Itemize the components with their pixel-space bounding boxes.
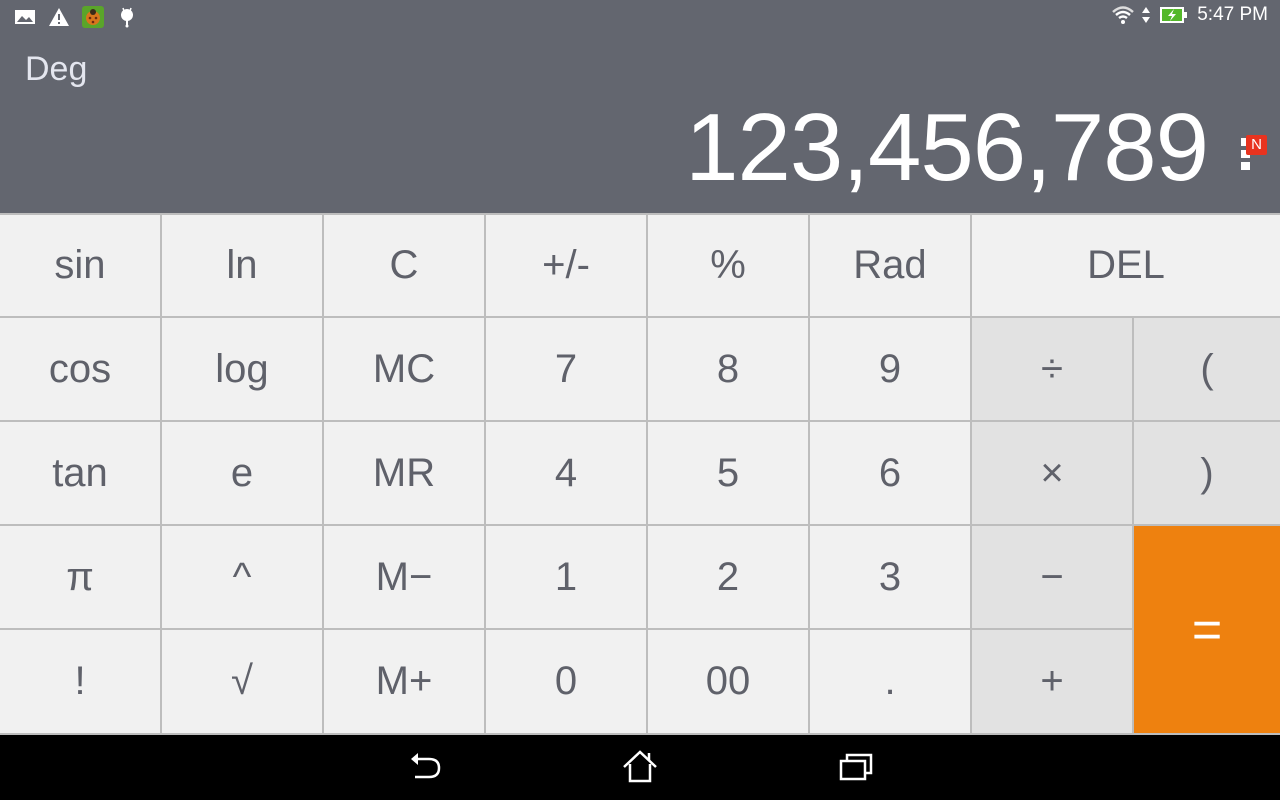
digit-5-key[interactable]: 5 xyxy=(648,422,808,524)
digit-1-key[interactable]: 1 xyxy=(486,526,646,628)
bug-app-icon xyxy=(82,6,104,28)
clear-key[interactable]: C xyxy=(324,215,484,316)
warning-icon xyxy=(48,6,70,28)
memory-add-key[interactable]: M+ xyxy=(324,630,484,733)
status-time: 5:47 PM xyxy=(1197,4,1268,25)
multiply-key[interactable]: × xyxy=(972,422,1132,524)
power-key[interactable]: ^ xyxy=(162,526,322,628)
digit-9-key[interactable]: 9 xyxy=(810,318,970,420)
percent-key[interactable]: % xyxy=(648,215,808,316)
digit-4-key[interactable]: 4 xyxy=(486,422,646,524)
calculator-display: Deg 123,456,789 xyxy=(0,34,1280,213)
digit-3-key[interactable]: 3 xyxy=(810,526,970,628)
sqrt-key[interactable]: √ xyxy=(162,630,322,733)
log-key[interactable]: log xyxy=(162,318,322,420)
subtract-key[interactable]: − xyxy=(972,526,1132,628)
home-button[interactable] xyxy=(618,747,662,787)
digit-2-key[interactable]: 2 xyxy=(648,526,808,628)
back-button[interactable] xyxy=(403,747,447,787)
delete-key[interactable]: DEL xyxy=(972,215,1280,316)
wifi-icon xyxy=(1111,4,1135,26)
home-icon xyxy=(623,750,657,783)
ln-key[interactable]: ln xyxy=(162,215,322,316)
android-debug-icon xyxy=(116,6,138,28)
angle-mode-indicator: Deg xyxy=(25,50,88,88)
keypad: sin ln C +/-% Rad DEL cos log MC 7 8 9 ÷( tan e MR 4 5 6 ×)… xyxy=(0,213,1280,735)
divide-key[interactable]: ÷ xyxy=(972,318,1132,420)
memory-recall-key[interactable]: MR xyxy=(324,422,484,524)
open-paren-key[interactable]: ( xyxy=(1134,318,1280,420)
factorial-key[interactable]: ! xyxy=(0,630,160,733)
tan-key[interactable]: tan xyxy=(0,422,160,524)
rad-key[interactable]: Rad xyxy=(810,215,970,316)
new-badge: N xyxy=(1246,135,1267,155)
cos-key[interactable]: cos xyxy=(0,318,160,420)
gallery-icon xyxy=(14,6,36,28)
sign-toggle-key[interactable]: +/- xyxy=(486,215,646,316)
digit-7-key[interactable]: 7 xyxy=(486,318,646,420)
add-key[interactable]: + xyxy=(972,630,1132,733)
euler-key[interactable]: e xyxy=(162,422,322,524)
status-bar: 5:47 PM xyxy=(0,0,1280,34)
memory-subtract-key[interactable]: M− xyxy=(324,526,484,628)
data-transfer-icon xyxy=(1141,4,1151,26)
decimal-key[interactable]: . xyxy=(810,630,970,733)
recent-apps-button[interactable] xyxy=(834,747,878,787)
battery-charging-icon xyxy=(1159,4,1189,26)
close-paren-key[interactable]: ) xyxy=(1134,422,1280,524)
digit-0-key[interactable]: 0 xyxy=(486,630,646,733)
memory-clear-key[interactable]: MC xyxy=(324,318,484,420)
pi-key[interactable]: π xyxy=(0,526,160,628)
back-icon xyxy=(411,753,441,779)
recent-apps-icon xyxy=(839,753,873,781)
navigation-bar xyxy=(0,735,1280,800)
double-zero-key[interactable]: 00 xyxy=(648,630,808,733)
digit-8-key[interactable]: 8 xyxy=(648,318,808,420)
sin-key[interactable]: sin xyxy=(0,215,160,316)
equals-key[interactable]: = xyxy=(1134,526,1280,733)
result-display: 123,456,789 xyxy=(685,94,1209,201)
digit-6-key[interactable]: 6 xyxy=(810,422,970,524)
